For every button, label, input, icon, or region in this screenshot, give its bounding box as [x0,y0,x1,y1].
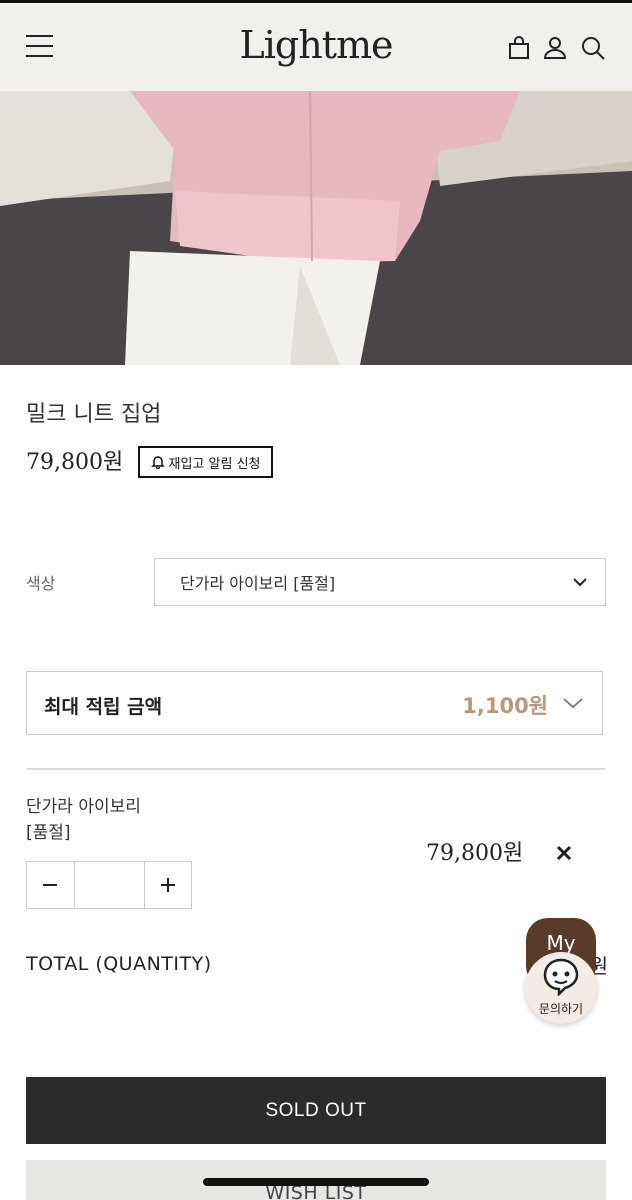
site-logo[interactable]: Lightme [0,23,632,67]
home-indicator [203,1178,429,1186]
user-icon[interactable] [542,35,568,61]
total-quantity-label: TOTAL (QUANTITY) [26,953,212,975]
restock-alert-button[interactable]: 재입고 알림 신청 [138,446,273,478]
quantity-stepper [26,861,192,909]
inquiry-chat-button[interactable]: 문의하기 [525,952,597,1024]
plus-button[interactable] [145,862,192,908]
plus-icon [160,878,175,892]
product-name: 밀크 니트 집업 [26,402,162,427]
selected-option-line1: 단가라 아이보리 [26,797,141,817]
quantity-input[interactable] [73,862,145,908]
restock-alert-label: 재입고 알림 신청 [168,456,261,472]
search-icon[interactable] [580,35,606,61]
selected-option-price: 79,800원 [426,841,524,866]
chat-icon [543,958,579,996]
site-header: Lightme [0,3,632,91]
selected-option-line2: [품절] [26,823,71,843]
reward-amount: 1,100원 [462,694,548,718]
max-reward-accordion[interactable]: 최대 적립 금액 1,100원 [26,671,603,735]
color-select-value: 단가라 아이보리 [품절] [180,574,336,593]
minus-button[interactable] [27,862,74,908]
shopping-bag-icon[interactable] [506,35,532,61]
selected-option-name: 단가라 아이보리 [품절] [26,794,226,846]
sold-out-button[interactable]: SOLD OUT [26,1077,606,1144]
color-select[interactable]: 단가라 아이보리 [품절] [154,558,606,606]
divider [26,768,606,770]
minus-icon [43,884,58,886]
bell-icon [150,456,165,469]
chevron-down-icon [563,698,583,709]
inquiry-chat-label: 문의하기 [538,1002,584,1016]
chevron-down-icon [573,578,587,587]
product-price: 79,800원 [26,450,124,475]
product-image[interactable] [0,91,632,365]
close-icon[interactable] [553,842,575,864]
reward-label: 최대 적립 금액 [44,696,163,718]
color-option-label: 색상 [26,574,56,593]
